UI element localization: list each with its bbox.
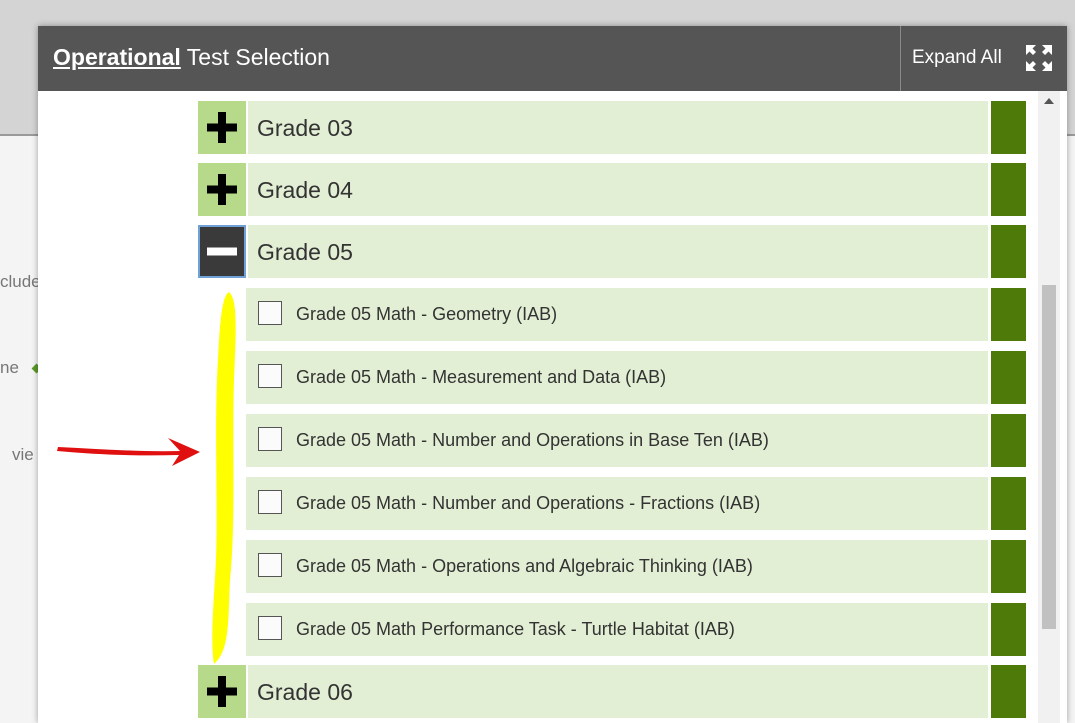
grade-06-bar[interactable]	[248, 665, 988, 718]
expand-all-button[interactable]: Expand All	[900, 26, 1067, 91]
grade-05-row[interactable]: Grade 05	[198, 225, 1026, 278]
grade-03-row[interactable]: Grade 03	[198, 101, 1026, 154]
test-selection-modal: Operational Test Selection Expand All Gr…	[38, 26, 1067, 723]
grade-06-row[interactable]: Grade 06	[198, 665, 1026, 718]
test-item-bar[interactable]: Grade 05 Math - Operations and Algebraic…	[246, 540, 988, 593]
grade-04-label: Grade 04	[257, 177, 353, 203]
test-item-bar[interactable]: Grade 05 Math - Number and Operations - …	[246, 477, 988, 530]
test-item-bar[interactable]: Grade 05 Math - Number and Operations in…	[246, 414, 988, 467]
background-text-fragment: vie	[12, 445, 34, 464]
modal-header: Operational Test Selection Expand All	[38, 26, 1067, 91]
grade-03-label: Grade 03	[257, 115, 353, 141]
plus-icon	[207, 174, 237, 205]
plus-icon	[207, 112, 237, 143]
test-item-label: Grade 05 Math - Number and Operations - …	[296, 493, 761, 513]
test-item-label: Grade 05 Math Performance Task - Turtle …	[296, 619, 735, 639]
modal-title-operational-link[interactable]: Operational	[53, 44, 181, 70]
grade-04-row[interactable]: Grade 04	[198, 163, 1026, 216]
test-item[interactable]: Grade 05 Math - Number and Operations in…	[246, 414, 1026, 467]
test-checkbox[interactable]	[258, 427, 282, 451]
grade-03-expand-button[interactable]	[198, 101, 246, 154]
plus-icon	[207, 676, 237, 707]
test-item[interactable]: Grade 05 Math - Measurement and Data (IA…	[246, 351, 1026, 404]
test-item-select-handle[interactable]	[991, 603, 1026, 656]
test-item-bar[interactable]: Grade 05 Math - Geometry (IAB)	[246, 288, 988, 341]
expand-arrows-icon	[1026, 45, 1052, 71]
test-item-select-handle[interactable]	[991, 540, 1026, 593]
background-text-fragment: clude	[0, 272, 41, 291]
test-checkbox[interactable]	[258, 301, 282, 325]
expand-all-label: Expand All	[912, 47, 1002, 68]
grade-05-label: Grade 05	[257, 239, 353, 265]
grade-05-bar[interactable]	[248, 225, 988, 278]
test-item[interactable]: Grade 05 Math - Number and Operations - …	[246, 477, 1026, 530]
modal-title: Operational Test Selection	[53, 44, 330, 71]
grade-04-select-handle[interactable]	[991, 163, 1026, 216]
vertical-scrollbar[interactable]	[1038, 91, 1060, 723]
grade-05-collapse-button[interactable]	[198, 225, 246, 278]
grade-05-select-handle[interactable]	[991, 225, 1026, 278]
grade-06-select-handle[interactable]	[991, 665, 1026, 718]
test-checkbox[interactable]	[258, 616, 282, 640]
grade-04-expand-button[interactable]	[198, 163, 246, 216]
modal-title-text: Test Selection	[180, 44, 330, 70]
test-checkbox[interactable]	[258, 490, 282, 514]
test-item-bar[interactable]: Grade 05 Math Performance Task - Turtle …	[246, 603, 988, 656]
grade-04-bar[interactable]	[248, 163, 988, 216]
test-item-label: Grade 05 Math - Measurement and Data (IA…	[296, 367, 667, 387]
test-item-select-handle[interactable]	[991, 477, 1026, 530]
modal-body: Grade 03 Grade 04 Grade 05 Grade 05 Math…	[38, 91, 1067, 723]
grade-03-select-handle[interactable]	[991, 101, 1026, 154]
test-item-select-handle[interactable]	[991, 414, 1026, 467]
grade-03-bar[interactable]	[248, 101, 988, 154]
background-text-fragment: ne	[0, 358, 19, 377]
test-item[interactable]: Grade 05 Math - Operations and Algebraic…	[246, 540, 1026, 593]
test-item-label: Grade 05 Math - Number and Operations in…	[296, 430, 769, 450]
grade-06-expand-button[interactable]	[198, 665, 246, 718]
minus-icon	[207, 247, 237, 256]
test-item-select-handle[interactable]	[991, 288, 1026, 341]
scroll-up-arrow-icon[interactable]	[1038, 91, 1060, 111]
test-item-label: Grade 05 Math - Operations and Algebraic…	[296, 556, 753, 576]
test-item[interactable]: Grade 05 Math Performance Task - Turtle …	[246, 603, 1026, 656]
scrollbar-thumb[interactable]	[1042, 285, 1056, 629]
grade-06-label: Grade 06	[257, 679, 353, 705]
test-item-select-handle[interactable]	[991, 351, 1026, 404]
test-checkbox[interactable]	[258, 364, 282, 388]
test-item[interactable]: Grade 05 Math - Geometry (IAB)	[246, 288, 1026, 341]
test-item-bar[interactable]: Grade 05 Math - Measurement and Data (IA…	[246, 351, 988, 404]
test-item-label: Grade 05 Math - Geometry (IAB)	[296, 304, 558, 324]
test-checkbox[interactable]	[258, 553, 282, 577]
